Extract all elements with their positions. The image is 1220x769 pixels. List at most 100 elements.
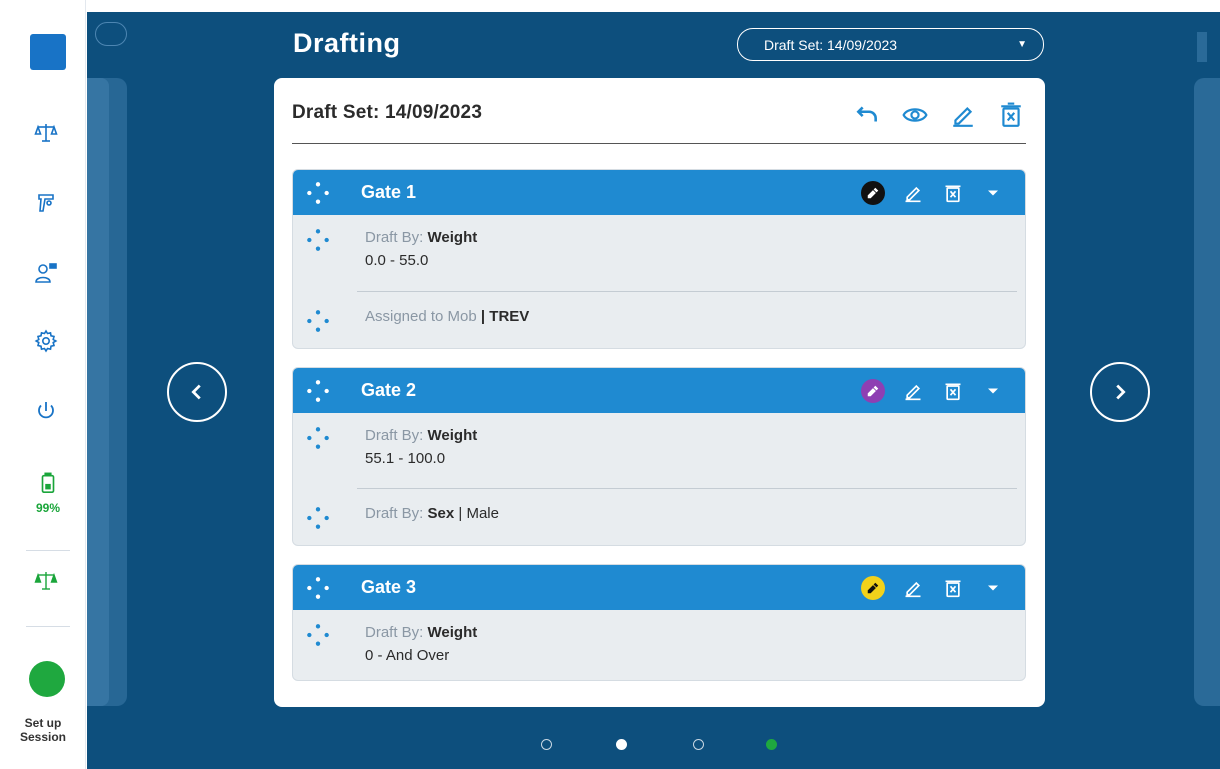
rule-label: Draft By: [365,427,428,444]
rule-text: Draft By: Weight 0 - And Over [365,624,477,680]
battery-icon [41,472,55,493]
trash-icon [945,185,961,202]
gate-tools [861,378,1013,403]
rule-value: Weight [427,427,478,444]
delete-gate-button[interactable] [941,379,965,403]
gate-rule: Assigned to Mob | TREV [293,292,1025,348]
sidebar-divider [26,550,70,551]
color-dropper-icon[interactable] [861,378,885,403]
drag-handle-icon[interactable] [305,378,331,404]
gate-card-1: Gate 1 Draft By: Weight 0.0 - 55.0 Assig… [292,169,1026,349]
next-arrow-button[interactable] [1090,362,1150,422]
user-tag-icon[interactable] [31,258,61,288]
rule-value: Weight [427,229,478,246]
rule-text: Draft By: Weight 0.0 - 55.0 [365,229,477,291]
gate-name: Gate 1 [361,182,417,202]
gate-rule: Draft By: Weight 0 - And Over [293,610,1025,680]
scales-green-icon[interactable] [31,566,61,596]
gate-rule: Draft By: Weight 55.1 - 100.0 [293,413,1025,488]
gate-card-2: Gate 2 Draft By: Weight 55.1 - 100.0 Dra… [292,367,1026,546]
gate-header: Gate 3 [293,565,1025,610]
eye-icon [902,108,928,122]
delete-gate-button[interactable] [941,576,965,600]
card-actions [852,100,1026,130]
drag-handle-icon[interactable] [305,180,331,206]
color-dropper-icon[interactable] [861,575,885,600]
rule-label: Draft By: [365,229,428,246]
gate-rule: Draft By: Sex | Male [293,489,1025,545]
expand-gate-button[interactable] [981,576,1005,600]
gate-header: Gate 1 [293,170,1025,215]
pagination-dot-status[interactable] [766,739,777,750]
drag-handle-icon[interactable] [305,425,331,451]
setup-session-button[interactable]: Set up Session [10,716,76,744]
rule-value: Sex [427,505,455,522]
gate-tools [861,575,1013,600]
pencil-icon [905,581,921,597]
caret-down-icon [988,388,998,393]
page-title: Drafting [293,28,401,58]
sidebar-divider [26,626,70,627]
tag-gun-icon[interactable] [31,188,61,218]
settings-gear-icon[interactable] [31,326,61,356]
session-status-indicator[interactable] [29,661,65,697]
gate-name: Gate 3 [361,577,417,597]
edit-gate-button[interactable] [901,379,925,403]
trash-icon [945,383,961,400]
edit-button[interactable] [948,100,978,130]
rule-separator: | [454,505,467,522]
expand-gate-button[interactable] [981,181,1005,205]
pagination-dot[interactable] [693,739,704,750]
card-header: Draft Set: 14/09/2023 [292,78,1026,144]
gate-card-3: Gate 3 Draft By: Weight 0 - And Over [292,564,1026,681]
expand-gate-button[interactable] [981,379,1005,403]
previous-card-dropdown[interactable] [95,22,127,46]
rule-text: Assigned to Mob | TREV [365,308,529,348]
app-logo[interactable] [30,34,66,70]
rule-label: Draft By: [365,624,428,641]
rule-separator: | [476,308,490,325]
rule-value: Weight [427,624,478,641]
preview-button[interactable] [900,100,930,130]
previous-card-preview[interactable] [87,78,127,706]
rule-value: TREV [489,308,530,325]
edit-gate-button[interactable] [901,576,925,600]
main-area: Drafting Draft Set: 14/09/2023 ▼ Draft S… [87,12,1220,769]
gate-header: Gate 2 [293,368,1025,413]
rule-range: 55.1 - 100.0 [365,450,446,467]
drag-handle-icon[interactable] [305,575,331,601]
previous-arrow-button[interactable] [167,362,227,422]
undo-icon [856,106,877,122]
chevron-left-icon [191,384,201,400]
gate-tools [861,180,1013,205]
chevron-right-icon [1116,384,1126,400]
undo-button[interactable] [852,100,882,130]
drag-handle-icon[interactable] [305,227,331,253]
draft-set-select[interactable]: Draft Set: 14/09/2023 ▼ [737,28,1044,61]
power-icon[interactable] [31,396,61,426]
rule-label: Draft By: [365,505,428,522]
battery-percent: 99% [35,501,61,515]
pagination-dot[interactable] [541,739,552,750]
rule-extra: Male [466,505,499,522]
rule-label: Assigned to Mob [365,308,477,325]
pagination-dot-active[interactable] [616,739,627,750]
drag-handle-icon[interactable] [305,308,331,334]
caret-down-icon [988,585,998,590]
pencil-icon [905,384,921,400]
pencil-icon [905,186,921,202]
rule-range: 0 - And Over [365,647,450,664]
delete-button[interactable] [996,100,1026,130]
color-dropper-icon[interactable] [861,180,885,205]
scales-icon[interactable] [31,118,61,148]
rule-text: Draft By: Sex | Male [365,505,499,545]
edit-gate-button[interactable] [901,181,925,205]
setup-session-label-line2: Session [19,730,67,744]
drag-handle-icon[interactable] [305,505,331,531]
next-card-preview[interactable] [1194,78,1220,706]
caret-down-icon [988,190,998,195]
gate-rule: Draft By: Weight 0.0 - 55.0 [293,215,1025,291]
drag-handle-icon[interactable] [305,622,331,648]
next-card-dropdown[interactable] [1197,32,1207,62]
delete-gate-button[interactable] [941,181,965,205]
